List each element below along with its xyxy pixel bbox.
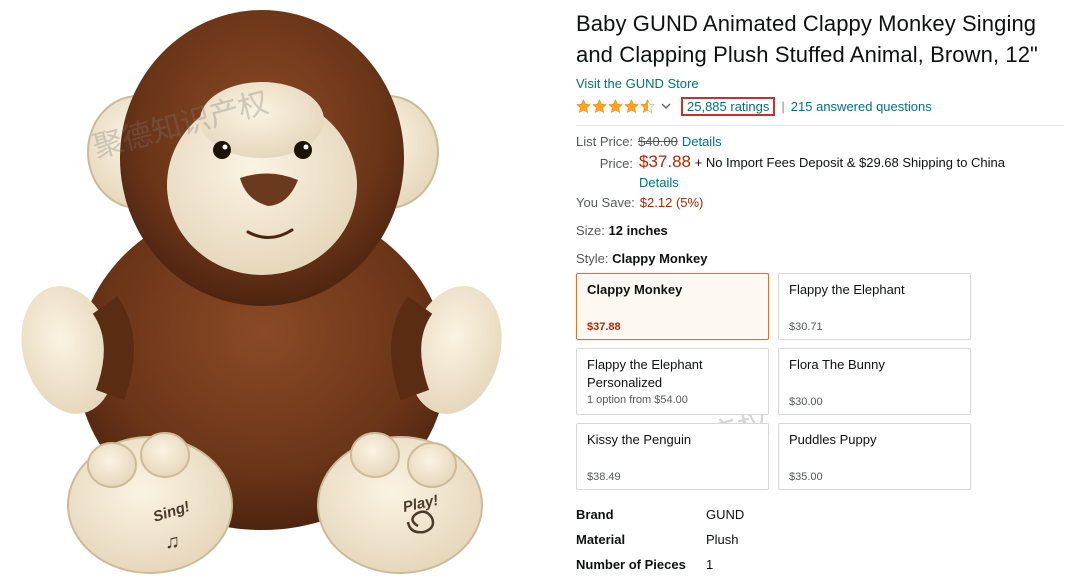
style-label: Style: (576, 251, 609, 266)
product-details: Baby GUND Animated Clappy Monkey Singing… (576, 8, 1072, 577)
option-price: $38.49 (587, 471, 621, 483)
price-block: List Price: $40.00 Details Price: $37.88… (576, 132, 1072, 213)
option-name: Flappy the Elephant Personalized (587, 357, 703, 390)
list-price-label: List Price: (576, 134, 634, 149)
style-option-clappy-monkey[interactable]: Clappy Monkey $37.88 (576, 273, 769, 340)
chevron-down-icon[interactable] (661, 101, 671, 111)
you-save-label: You Save: (576, 195, 635, 210)
size-row: Size: 12 inches (576, 221, 1072, 241)
divider (576, 125, 1064, 126)
star-rating[interactable] (576, 98, 655, 114)
monkey-plush-illustration: Sing! Play! ♫ (21, 10, 502, 574)
store-link[interactable]: Visit the GUND Store (576, 76, 699, 92)
option-price: $30.71 (789, 321, 823, 333)
separator: | (781, 98, 785, 114)
size-label: Size: (576, 223, 605, 238)
you-save-value: $2.12 (5%) (639, 195, 704, 210)
spec-value: 1 (706, 557, 714, 572)
star-half-icon (640, 98, 655, 113)
music-note-icon: ♫ (165, 531, 180, 553)
rating-row: 25,885 ratings | 215 answered questions (576, 96, 1072, 116)
spec-row: Brand GUND (576, 502, 1072, 527)
spec-row: Material Plush (576, 527, 1072, 552)
style-options: Clappy Monkey $37.88 Flappy the Elephant… (576, 273, 1072, 490)
spec-value: Plush (706, 532, 739, 547)
product-specs: Brand GUND Material Plush Number of Piec… (576, 502, 1072, 577)
price-details-link[interactable]: Details (639, 175, 679, 190)
star-icon (592, 98, 607, 113)
size-value: 12 inches (608, 223, 668, 238)
product-title: Baby GUND Animated Clappy Monkey Singing… (576, 11, 1038, 67)
spec-value: GUND (706, 507, 745, 522)
spec-key: Material (576, 532, 626, 547)
spec-key: Number of Pieces (576, 557, 686, 572)
price-label: Price: (599, 156, 633, 171)
option-sub: 1 option from $54.00 (587, 394, 688, 406)
star-icon (608, 98, 623, 113)
style-option-puddles-puppy[interactable]: Puddles Puppy $35.00 (778, 423, 971, 490)
list-price-value: $40.00 (638, 134, 678, 149)
star-icon (576, 98, 591, 113)
spec-key: Brand (576, 507, 614, 522)
list-price-details-link[interactable]: Details (682, 132, 722, 152)
option-price: $35.00 (789, 471, 823, 483)
option-price: $30.00 (789, 396, 823, 408)
option-name: Flappy the Elephant (789, 282, 905, 297)
option-name: Kissy the Penguin (587, 432, 692, 447)
style-option-kissy-penguin[interactable]: Kissy the Penguin $38.49 (576, 423, 769, 490)
option-name: Clappy Monkey (587, 282, 683, 297)
shipping-text: + No Import Fees Deposit & $29.68 Shippi… (694, 155, 1005, 170)
star-icon (624, 98, 639, 113)
price-value: $37.88 (639, 152, 691, 171)
style-value: Clappy Monkey (612, 251, 708, 266)
option-name: Flora The Bunny (789, 357, 885, 372)
option-name: Puddles Puppy (789, 432, 877, 447)
answered-questions-link[interactable]: 215 answered questions (791, 99, 932, 114)
style-option-flappy-elephant-personalized[interactable]: Flappy the Elephant Personalized 1 optio… (576, 348, 769, 415)
spec-row: Number of Pieces 1 (576, 552, 1072, 577)
option-price: $37.88 (587, 321, 621, 333)
product-image[interactable]: Sing! Play! ♫ (0, 0, 560, 582)
style-option-flappy-elephant[interactable]: Flappy the Elephant $30.71 (778, 273, 971, 340)
style-row: Style: Clappy Monkey (576, 249, 1072, 269)
style-option-flora-bunny[interactable]: Flora The Bunny $30.00 (778, 348, 971, 415)
ratings-count-link[interactable]: 25,885 ratings (681, 96, 776, 116)
